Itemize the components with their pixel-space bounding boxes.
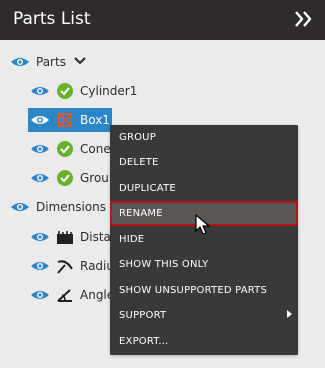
tree-group-dimensions[interactable]: Dimensions <box>10 195 106 219</box>
eye-icon[interactable] <box>10 56 30 68</box>
eye-icon[interactable] <box>10 201 30 213</box>
tree-item-part[interactable]: Cylinder1 <box>30 79 137 103</box>
eye-icon[interactable] <box>30 114 50 126</box>
menu-item-support[interactable]: SUPPORT <box>110 303 298 328</box>
menu-item-duplicate[interactable]: DUPLICATE <box>110 176 298 201</box>
menu-item-group[interactable]: GROUP <box>110 125 298 150</box>
menu-item-label: DUPLICATE <box>119 183 176 194</box>
context-menu: GROUP DELETE DUPLICATE RENAME HIDE SHOW … <box>110 125 298 355</box>
tree-item-dimension[interactable]: Dista <box>30 225 111 249</box>
menu-item-delete[interactable]: DELETE <box>110 150 298 175</box>
tree-group-parts[interactable]: Parts <box>10 50 86 74</box>
menu-item-label: SUPPORT <box>119 310 167 321</box>
eye-icon[interactable] <box>30 172 50 184</box>
tree-item-dimension[interactable]: Angle <box>30 283 114 307</box>
panel-header: Parts List <box>0 0 325 40</box>
tree-item-part[interactable]: Cone1 <box>30 137 118 161</box>
eye-icon[interactable] <box>30 143 50 155</box>
eye-icon[interactable] <box>30 289 50 301</box>
chevron-down-icon[interactable] <box>74 56 86 68</box>
unsupported-part-icon <box>57 112 73 128</box>
tree-item-label: Box1 <box>80 113 110 127</box>
tree-item-part[interactable]: Group <box>30 166 117 190</box>
double-chevron-right-icon[interactable] <box>291 7 315 31</box>
menu-item-label: SHOW UNSUPPORTED PARTS <box>119 285 268 296</box>
menu-item-export[interactable]: EXPORT... <box>110 329 298 354</box>
submenu-arrow-icon <box>287 310 292 318</box>
angle-icon <box>57 289 72 302</box>
check-circle-icon <box>57 170 73 186</box>
menu-item-label: DELETE <box>119 157 159 168</box>
menu-item-show-unsupported-parts[interactable]: SHOW UNSUPPORTED PARTS <box>110 278 298 303</box>
tree-item-dimension[interactable]: Radiu <box>30 254 114 278</box>
eye-icon[interactable] <box>30 231 50 243</box>
menu-item-label: SHOW THIS ONLY <box>119 259 209 270</box>
tree-item-label: Dista <box>80 230 111 244</box>
mouse-cursor-icon <box>195 214 211 235</box>
tree-group-label: Dimensions <box>36 200 107 214</box>
menu-item-label: GROUP <box>119 132 156 143</box>
distance-icon <box>57 231 73 244</box>
radius-icon <box>57 260 73 274</box>
menu-item-show-this-only[interactable]: SHOW THIS ONLY <box>110 252 298 277</box>
menu-item-label: EXPORT... <box>119 336 169 347</box>
tree-group-label: Parts <box>36 55 66 69</box>
tree-item-label: Radiu <box>80 259 114 273</box>
panel-title: Parts List <box>13 9 91 29</box>
eye-icon[interactable] <box>30 85 50 97</box>
tree-item-label: Cylinder1 <box>80 84 138 98</box>
check-circle-icon <box>57 83 73 99</box>
menu-item-label: RENAME <box>119 208 163 219</box>
check-circle-icon <box>57 141 73 157</box>
menu-item-label: HIDE <box>119 234 145 245</box>
eye-icon[interactable] <box>30 260 50 272</box>
tree-item-part-selected[interactable]: Box1 <box>28 108 112 132</box>
